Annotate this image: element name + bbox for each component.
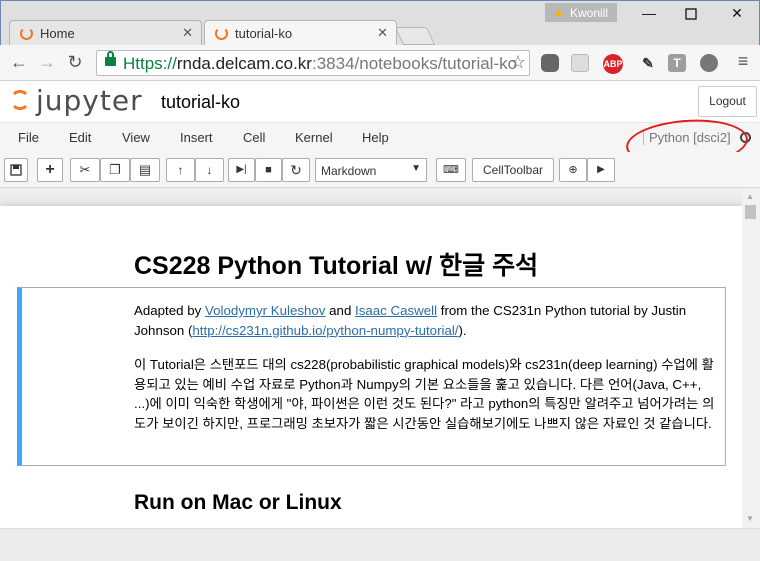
adblock-icon[interactable]: ABP <box>603 54 623 74</box>
menu-help[interactable]: Help <box>362 130 389 145</box>
jupyter-favicon-icon <box>20 27 33 40</box>
intro-paragraph: Adapted by Volodymyr Kuleshov and Isaac … <box>134 303 687 338</box>
maximize-icon[interactable] <box>681 7 701 23</box>
celltoolbar-button[interactable]: CellToolbar <box>472 158 554 182</box>
jupyter-wordmark: jupyter <box>36 84 143 117</box>
bookmark-star-icon[interactable]: ☆ <box>510 52 526 73</box>
url-text: Https://rnda.delcam.co.kr:3834/notebooks… <box>123 54 518 73</box>
notebook-name[interactable]: tutorial-ko <box>161 92 240 113</box>
tab-home[interactable]: Home ✕ <box>9 20 202 46</box>
paste-icon[interactable]: ▤ <box>130 158 160 182</box>
minimize-icon[interactable]: — <box>639 5 659 21</box>
browser-tab-bar: Home ✕ tutorial-ko ✕ ▲ Kwonill — ✕ <box>0 0 760 46</box>
stop-icon[interactable]: ■ <box>255 158 282 182</box>
korean-paragraph: 이 Tutorial은 스탠포드 대의 cs228(probabilistic … <box>134 357 715 431</box>
scrollbar[interactable]: ▲ ▼ <box>742 188 760 528</box>
scroll-up-icon[interactable]: ▲ <box>746 192 754 201</box>
kuleshov-link[interactable]: Volodymyr Kuleshov <box>205 303 325 318</box>
logout-button[interactable]: Logout <box>698 86 757 117</box>
menu-edit[interactable]: Edit <box>69 130 91 145</box>
horizontal-scrollbar-area <box>0 528 760 561</box>
cs231n-tutorial-link[interactable]: http://cs231n.github.io/python-numpy-tut… <box>192 323 458 338</box>
tab-title: tutorial-ko <box>235 26 293 41</box>
puzzle-extension-icon[interactable] <box>700 54 718 72</box>
menu-kernel[interactable]: Kernel <box>295 130 333 145</box>
notebook-title: CS228 Python Tutorial w/ 한글 주석 <box>134 252 539 280</box>
keyboard-icon[interactable]: ⌨ <box>436 158 466 182</box>
cell-type-value: Markdown <box>321 164 377 178</box>
jupyter-favicon-icon <box>215 27 228 40</box>
t-extension-icon[interactable]: T <box>668 54 686 72</box>
cell-type-select[interactable]: Markdown ▼ <box>315 158 427 182</box>
insert-cell-icon[interactable]: + <box>37 158 63 182</box>
youtube-icon[interactable]: ▶ <box>587 158 615 182</box>
window-close-icon[interactable]: ✕ <box>727 5 747 21</box>
gift-icon[interactable]: ⊕ <box>559 158 587 182</box>
menu-insert[interactable]: Insert <box>180 130 213 145</box>
browser-nav-bar: ← → ↻ Https://rnda.delcam.co.kr:3834/not… <box>0 45 760 81</box>
cut-icon[interactable]: ✂ <box>70 158 100 182</box>
chrome-menu-icon[interactable]: ≡ <box>732 51 754 72</box>
jupyter-ring-icon <box>10 90 30 110</box>
tab-tutorial-ko[interactable]: tutorial-ko ✕ <box>204 20 397 46</box>
lock-icon <box>105 51 116 66</box>
section-heading: Run on Mac or Linux <box>134 491 342 514</box>
save-icon[interactable] <box>4 158 28 182</box>
close-icon[interactable]: ✕ <box>377 25 388 41</box>
forward-arrow-icon[interactable]: → <box>36 52 58 73</box>
copy-icon[interactable]: ❐ <box>100 158 130 182</box>
back-arrow-icon[interactable]: ← <box>8 52 30 73</box>
move-up-icon[interactable]: ↑ <box>166 158 195 182</box>
menu-cell[interactable]: Cell <box>243 130 265 145</box>
scroll-thumb[interactable] <box>745 205 756 219</box>
move-down-icon[interactable]: ↓ <box>195 158 224 182</box>
reload-icon[interactable]: ↻ <box>64 52 86 73</box>
address-bar[interactable]: Https://rnda.delcam.co.kr:3834/notebooks… <box>96 50 530 76</box>
chevron-down-icon: ▼ <box>411 163 421 174</box>
scroll-down-icon[interactable]: ▼ <box>746 514 754 523</box>
new-tab-button[interactable] <box>394 27 436 45</box>
caswell-link[interactable]: Isaac Caswell <box>355 303 437 318</box>
tab-title: Home <box>40 26 75 41</box>
warning-icon: ▲ <box>553 5 565 19</box>
profile-badge[interactable]: ▲ Kwonill <box>545 3 617 22</box>
menu-file[interactable]: File <box>18 130 39 145</box>
menu-view[interactable]: View <box>122 130 150 145</box>
shield-extension-icon[interactable] <box>541 54 559 72</box>
eyedropper-icon[interactable]: ✎ <box>639 54 657 72</box>
cast-extension-icon[interactable] <box>571 54 589 72</box>
close-icon[interactable]: ✕ <box>182 25 193 41</box>
profile-name: Kwonill <box>570 6 609 20</box>
run-cell-icon[interactable]: ▶| <box>228 158 255 182</box>
restart-icon[interactable]: ↻ <box>282 158 310 182</box>
